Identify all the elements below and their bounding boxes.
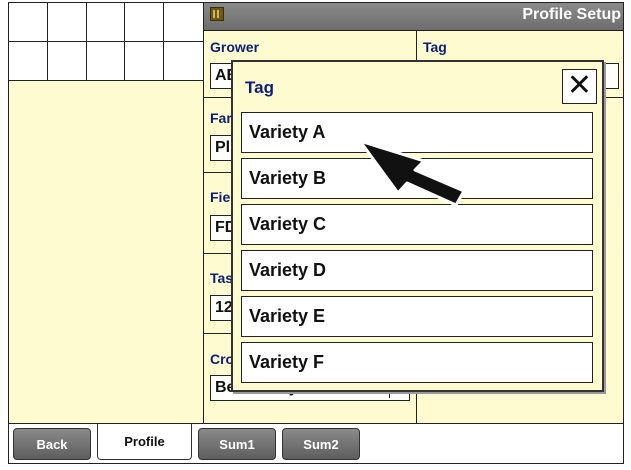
- shortcut-grid: [9, 3, 204, 81]
- grid-cell[interactable]: [125, 3, 165, 42]
- grid-cell[interactable]: [125, 41, 165, 80]
- tab-profile[interactable]: Profile: [97, 424, 192, 460]
- tag-option[interactable]: Variety F: [241, 342, 593, 383]
- grid-cell[interactable]: [87, 41, 126, 80]
- tag-option[interactable]: Variety C: [241, 204, 593, 245]
- page-title: Profile Setup: [522, 6, 621, 23]
- grid-cell[interactable]: [9, 41, 48, 80]
- grid-cell[interactable]: [9, 3, 48, 42]
- tab-sum2[interactable]: Sum2: [282, 428, 360, 460]
- farm-label: Far: [210, 110, 232, 126]
- tab-back[interactable]: Back: [13, 428, 91, 460]
- close-icon[interactable]: ✕: [562, 69, 597, 104]
- tag-option[interactable]: Variety E: [241, 296, 593, 337]
- grid-cell[interactable]: [86, 3, 126, 42]
- tag-dialog: Tag ✕ Variety A Variety B Variety C Vari…: [231, 60, 604, 392]
- left-panel: [9, 81, 204, 423]
- tab-sum1[interactable]: Sum1: [198, 428, 276, 460]
- grid-cell[interactable]: [48, 41, 87, 80]
- bottom-tab-bar: Back Profile Sum1 Sum2: [9, 423, 623, 463]
- tag-option[interactable]: Variety D: [241, 250, 593, 291]
- grower-label: Grower: [210, 39, 260, 55]
- grid-cell[interactable]: [47, 3, 87, 42]
- grid-cell[interactable]: [164, 42, 203, 81]
- pointer-arrow-icon: [358, 139, 466, 207]
- field-label: Fie: [210, 189, 231, 205]
- title-bar: Profile Setup: [204, 3, 623, 31]
- task-label: Tas: [210, 270, 234, 286]
- grid-cell[interactable]: [164, 3, 203, 42]
- app-grid-icon: [210, 7, 224, 21]
- dialog-title: Tag: [245, 78, 274, 97]
- tag-label: Tag: [423, 39, 447, 55]
